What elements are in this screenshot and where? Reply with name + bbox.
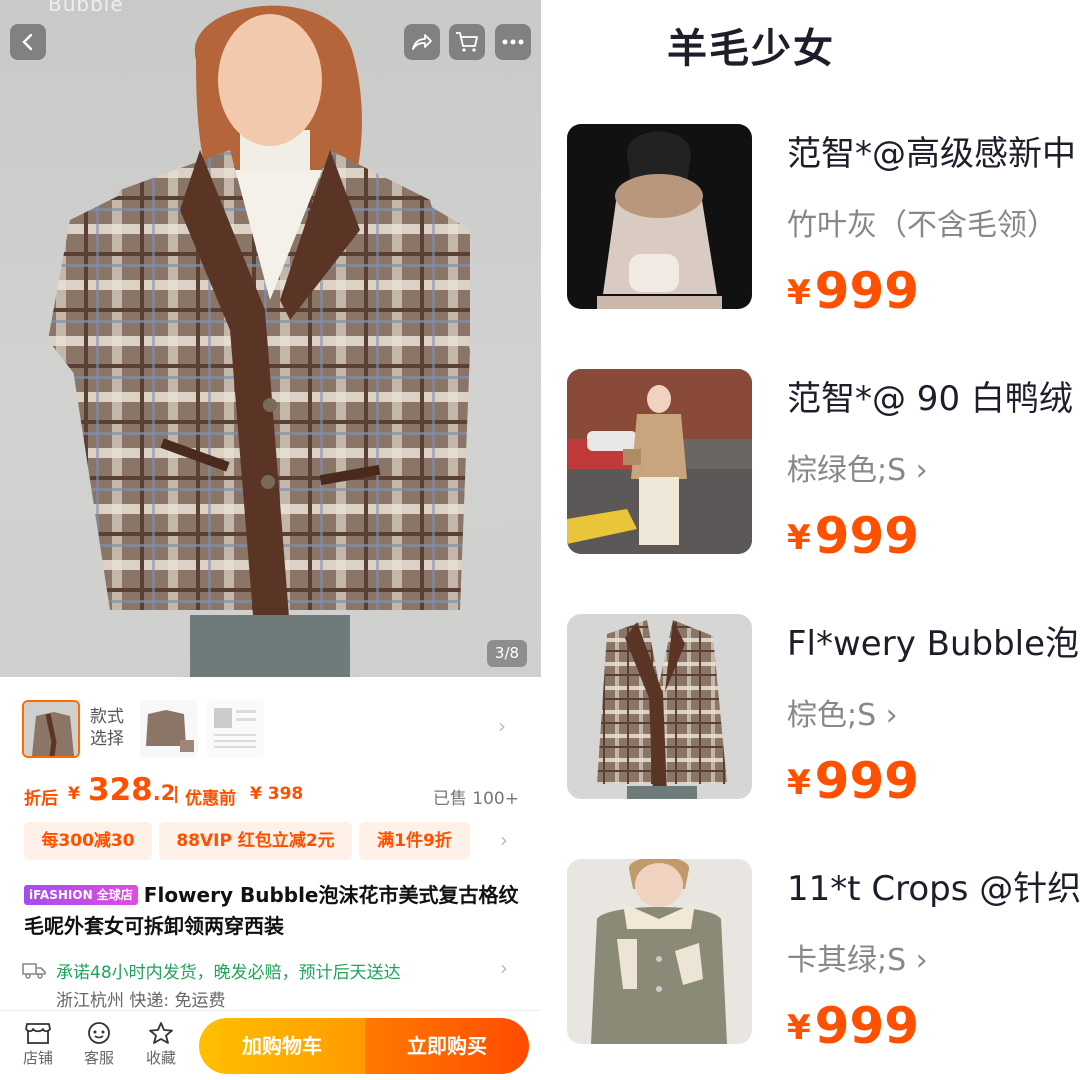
- sold-count: 已售 100+: [432, 789, 519, 809]
- item-name: 范智*@高级感新中: [787, 134, 1076, 174]
- product-list-panel: 羊毛少女 范智*@高级感新中 竹叶灰（不含毛领） ¥999 范智*@ 90 白鸭…: [541, 0, 1080, 1080]
- item-name: 范智*@ 90 白鸭绒: [787, 379, 1073, 419]
- styles-label: 款式 选择: [90, 707, 124, 749]
- truck-icon: [22, 963, 46, 979]
- chevron-right-icon[interactable]: ›: [498, 714, 506, 738]
- item-name: 11*t Crops @针织: [787, 869, 1080, 909]
- shipping-promise: 承诺48小时内发货，晚发必赔，预计后天送达: [56, 963, 401, 983]
- item-image: [567, 124, 752, 309]
- cart-icon: [456, 32, 478, 52]
- chevron-right-icon[interactable]: ›: [500, 828, 508, 852]
- product-title: iFASHION 全球店 Flowery Bubble泡沫花市美式复古格纹毛呢外套…: [24, 883, 519, 938]
- service-label: 客服: [83, 1049, 114, 1067]
- cart-button[interactable]: [449, 24, 485, 60]
- product-detail-panel: Bubble 3/8 款式 选择 › 折后 ¥ 328.2 | 优惠前 ¥ 39…: [0, 0, 541, 1080]
- item-price: ¥999: [787, 507, 920, 565]
- list-item[interactable]: 范智*@高级感新中 竹叶灰（不含毛领） ¥999: [567, 124, 1080, 320]
- shipping-info[interactable]: 承诺48小时内发货，晚发必赔，预计后天送达 浙江杭州 快递: 免运费 ›: [22, 956, 517, 1016]
- buy-now-button[interactable]: 立即购买: [365, 1018, 529, 1074]
- item-sku[interactable]: 棕绿色;S ›: [787, 445, 928, 489]
- more-dots-icon: [502, 39, 524, 45]
- product-image[interactable]: Bubble 3/8: [0, 0, 541, 677]
- item-image: [567, 369, 752, 554]
- item-name: Fl*wery Bubble泡: [787, 624, 1080, 664]
- shop-button[interactable]: 店铺: [14, 1021, 62, 1068]
- list-item[interactable]: 范智*@ 90 白鸭绒 棕绿色;S › ¥999: [567, 369, 1080, 565]
- price-row: 折后 ¥ 328.2 | 优惠前 ¥ 398 已售 100+: [24, 770, 519, 810]
- share-icon: [412, 34, 432, 50]
- list-item[interactable]: Fl*wery Bubble泡 棕色;S › ¥999: [567, 614, 1080, 810]
- favorite-label: 收藏: [145, 1049, 176, 1067]
- bottom-action-bar: 店铺 客服 收藏 加购物车 立即购买: [0, 1010, 541, 1080]
- shop-icon: [25, 1023, 51, 1044]
- currency-symbol: ¥: [68, 784, 80, 804]
- item-image: [567, 614, 752, 799]
- price-divider: |: [173, 784, 180, 804]
- style-selector[interactable]: 款式 选择 ›: [22, 700, 522, 758]
- price-value: 328.2: [88, 772, 176, 808]
- after-discount-label: 折后: [24, 789, 58, 809]
- item-image: [567, 859, 752, 1044]
- coupon-row[interactable]: 每300减30 88VIP 红包立减2元 满1件9折 ›: [24, 822, 519, 860]
- coupon-tag[interactable]: 88VIP 红包立减2元: [159, 822, 352, 860]
- favorite-button[interactable]: 收藏: [137, 1021, 185, 1068]
- ifashion-badge: iFASHION 全球店: [24, 885, 138, 905]
- brand-watermark: Bubble: [48, 0, 124, 16]
- item-sku[interactable]: 棕色;S ›: [787, 690, 898, 734]
- shipping-location: 浙江杭州 快递: 免运费: [56, 991, 226, 1011]
- item-price: ¥999: [787, 997, 920, 1055]
- more-button[interactable]: [495, 24, 531, 60]
- list-item[interactable]: 11*t Crops @针织 卡其绿;S › ¥999: [567, 859, 1080, 1055]
- coupon-tag[interactable]: 每300减30: [24, 822, 152, 860]
- shop-label: 店铺: [22, 1049, 53, 1067]
- chevron-right-icon: ›: [500, 956, 508, 980]
- original-price: ¥ 398: [250, 784, 304, 804]
- list-title: 羊毛少女: [667, 26, 835, 72]
- back-button[interactable]: [10, 24, 46, 60]
- item-price: ¥999: [787, 752, 920, 810]
- original-price-label: 优惠前: [185, 789, 236, 809]
- item-sku[interactable]: 卡其绿;S ›: [787, 935, 928, 979]
- style-thumb[interactable]: [140, 700, 198, 758]
- chevron-left-icon: [22, 33, 33, 51]
- add-to-cart-button[interactable]: 加购物车: [199, 1018, 365, 1074]
- share-button[interactable]: [404, 24, 440, 60]
- style-thumb-selected[interactable]: [22, 700, 80, 758]
- service-button[interactable]: 客服: [75, 1021, 123, 1068]
- image-counter: 3/8: [487, 640, 527, 667]
- item-price: ¥999: [787, 262, 920, 320]
- style-thumb[interactable]: [206, 700, 264, 758]
- star-icon: [149, 1022, 173, 1044]
- coupon-tag[interactable]: 满1件9折: [359, 822, 470, 860]
- model-photo: [48, 5, 470, 677]
- item-sku: 竹叶灰（不含毛领）: [787, 208, 1057, 243]
- customer-service-icon: [88, 1022, 110, 1044]
